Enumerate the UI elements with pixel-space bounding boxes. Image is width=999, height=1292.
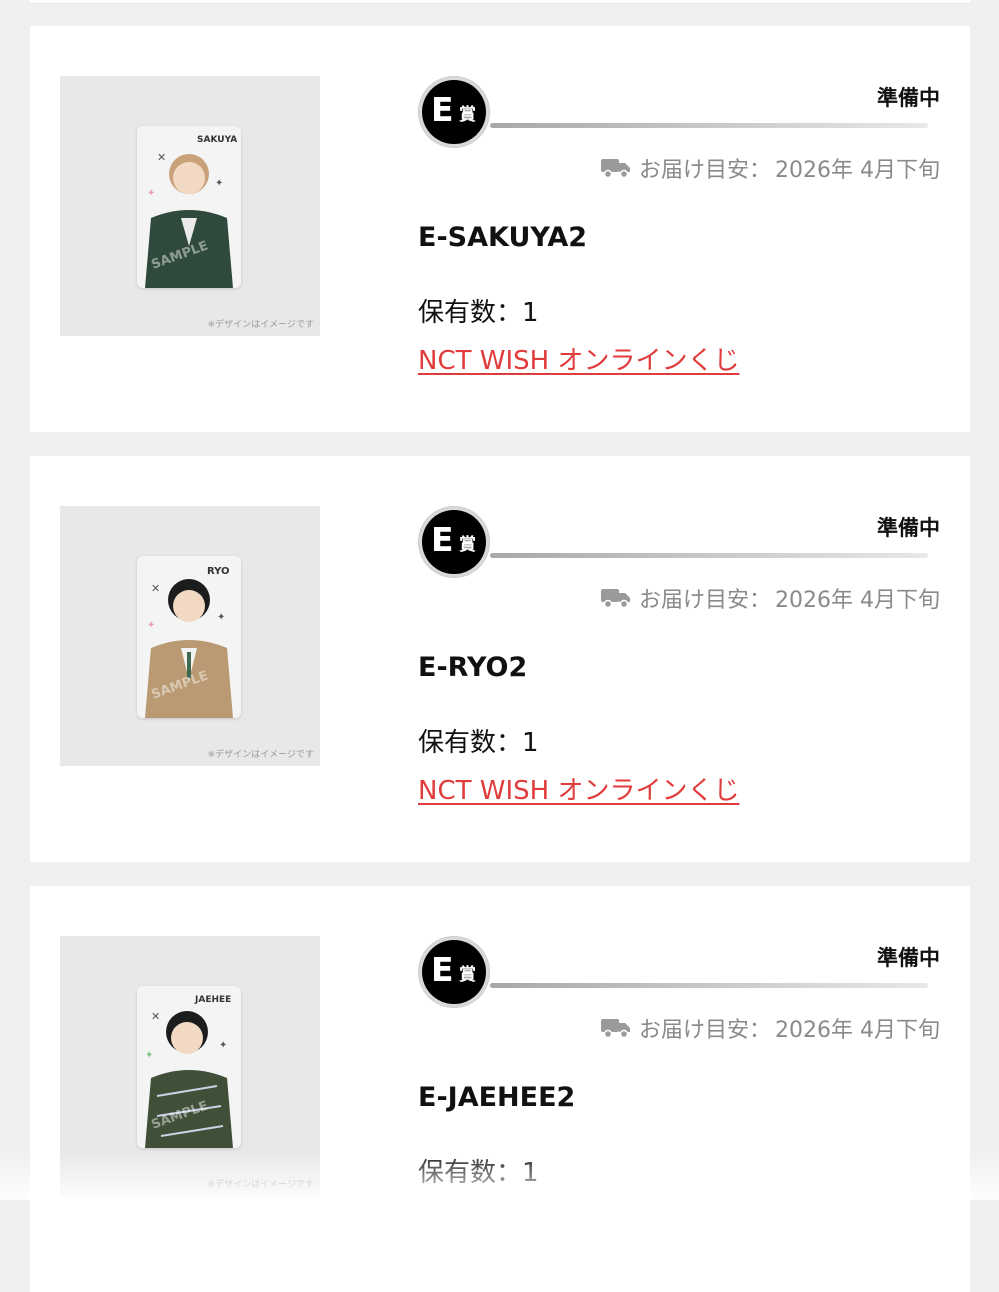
prize-thumbnail[interactable]: SAKUYA SAMPLE ✕ ✦ ✦ ※デザインはイメージです: [60, 76, 320, 336]
svg-text:✦: ✦: [217, 612, 225, 623]
image-note: ※デザインはイメージです: [207, 1180, 314, 1190]
photocard-image: RYO SAMPLE ✕ ✦ ✦: [137, 556, 241, 718]
lottery-event-link[interactable]: NCT WISH オンラインくじ: [418, 340, 739, 377]
truck-icon: [601, 1019, 630, 1039]
prize-thumbnail[interactable]: JAEHEE SAMPLE ✕ ✦ ✦ ※デザインはイメージです: [60, 936, 320, 1196]
status-label: 準備中: [877, 516, 940, 540]
card-member-name: RYO: [207, 566, 230, 577]
delivery-estimate: お届け目安： 2026年 4月下旬: [601, 152, 940, 184]
status-label: 準備中: [877, 946, 940, 970]
image-note: ※デザインはイメージです: [207, 320, 314, 330]
status-progress-line: [490, 553, 928, 558]
photocard-image: JAEHEE SAMPLE ✕ ✦ ✦: [137, 986, 241, 1148]
status-label: 準備中: [877, 86, 940, 110]
quantity-label: 保有数：: [418, 1158, 523, 1188]
quantity: 保有数：1: [418, 1152, 539, 1189]
delivery-date: 2026年 4月下旬: [775, 158, 940, 183]
quantity-value: 1: [522, 1158, 539, 1188]
svg-text:✕: ✕: [151, 1010, 160, 1023]
photocard-image: SAKUYA SAMPLE ✕ ✦ ✦: [137, 126, 241, 288]
delivery-date: 2026年 4月下旬: [775, 588, 940, 613]
svg-text:✦: ✦: [147, 620, 155, 631]
item-name: E-RYO2: [418, 652, 528, 683]
item-name: E-SAKUYA2: [418, 222, 588, 253]
quantity-label: 保有数：: [418, 728, 523, 758]
delivery-label: お届け目安：: [639, 158, 772, 183]
item-name: E-JAEHEE2: [418, 1082, 576, 1113]
svg-text:✕: ✕: [157, 151, 166, 164]
delivery-date: 2026年 4月下旬: [775, 1018, 940, 1043]
badge-suffix: 賞: [459, 965, 476, 985]
svg-text:✦: ✦: [145, 1050, 153, 1061]
delivery-label: お届け目安：: [639, 588, 772, 613]
quantity: 保有数：1: [418, 722, 539, 759]
status-progress-line: [490, 123, 928, 128]
prize-card: RYO SAMPLE ✕ ✦ ✦ ※デザインはイメージです E 賞 準備中 お届…: [30, 456, 970, 862]
delivery-estimate: お届け目安： 2026年 4月下旬: [601, 1012, 940, 1044]
delivery-estimate: お届け目安： 2026年 4月下旬: [601, 582, 940, 614]
quantity: 保有数：1: [418, 292, 539, 329]
lottery-event-link[interactable]: NCT WISH オンラインくじ: [418, 770, 739, 807]
prize-rank-badge: E 賞: [418, 936, 490, 1008]
card-member-name: JAEHEE: [194, 995, 231, 1005]
svg-text:✦: ✦: [147, 188, 155, 199]
quantity-value: 1: [522, 298, 539, 328]
image-note: ※デザインはイメージです: [207, 750, 314, 760]
quantity-label: 保有数：: [418, 298, 523, 328]
truck-icon: [601, 589, 630, 609]
prize-rank-badge: E 賞: [418, 506, 490, 578]
badge-suffix: 賞: [459, 535, 476, 555]
delivery-label: お届け目安：: [639, 1018, 772, 1043]
svg-text:✦: ✦: [219, 1040, 227, 1051]
badge-letter: E: [431, 90, 454, 129]
previous-card-edge: [30, 0, 970, 4]
badge-letter: E: [431, 520, 454, 559]
prize-card: SAKUYA SAMPLE ✕ ✦ ✦ ※デザインはイメージです E 賞 準備中: [30, 26, 970, 432]
prize-thumbnail[interactable]: RYO SAMPLE ✕ ✦ ✦ ※デザインはイメージです: [60, 506, 320, 766]
svg-text:✕: ✕: [151, 582, 160, 595]
quantity-value: 1: [522, 728, 539, 758]
prize-rank-badge: E 賞: [418, 76, 490, 148]
prize-card: JAEHEE SAMPLE ✕ ✦ ✦ ※デザインはイメージです E 賞 準備中: [30, 886, 970, 1292]
svg-text:✦: ✦: [215, 178, 223, 189]
truck-icon: [601, 159, 630, 179]
badge-suffix: 賞: [459, 105, 476, 125]
card-member-name: SAKUYA: [197, 135, 237, 145]
status-progress-line: [490, 983, 928, 988]
badge-letter: E: [431, 950, 454, 989]
